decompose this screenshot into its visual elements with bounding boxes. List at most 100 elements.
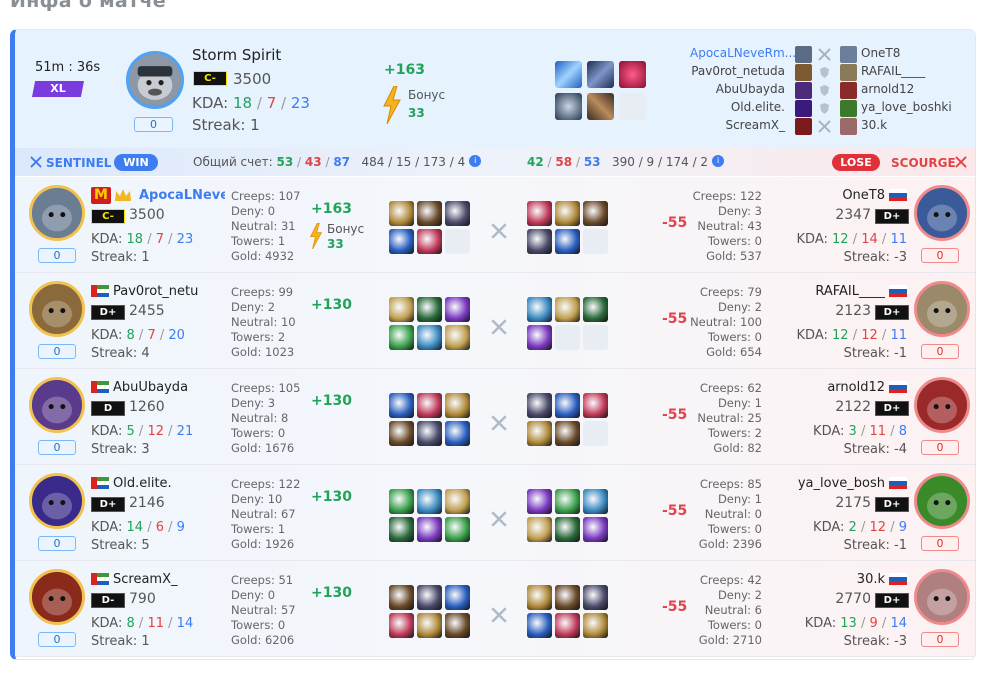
sentinel-total-score: Общий счет: 53 / 43 / 87 484 / 15 / 173 … — [193, 155, 482, 169]
scourge-list-player-4[interactable]: ya_love_boshki — [861, 100, 952, 114]
item-icon[interactable] — [555, 393, 580, 418]
item-icon[interactable] — [417, 489, 442, 514]
sentinel-list-player-1[interactable]: ApocaLNeveRm... — [690, 46, 796, 60]
item-icon[interactable] — [389, 613, 414, 638]
item-icon[interactable] — [417, 517, 442, 542]
item-icon[interactable] — [445, 421, 470, 446]
item-icon[interactable] — [587, 93, 614, 120]
item-icon[interactable] — [417, 325, 442, 350]
item-icon[interactable] — [445, 585, 470, 610]
item-icon[interactable] — [417, 229, 442, 254]
item-icon[interactable] — [583, 517, 608, 542]
item-icon[interactable] — [555, 201, 580, 226]
item-icon[interactable] — [389, 297, 414, 322]
item-icon[interactable] — [527, 201, 552, 226]
item-icon[interactable] — [417, 393, 442, 418]
item-icon[interactable] — [389, 393, 414, 418]
item-icon[interactable] — [445, 613, 470, 638]
left-player-name[interactable]: ScreamX_ — [113, 572, 225, 587]
item-icon[interactable] — [389, 201, 414, 226]
item-icon[interactable] — [417, 421, 442, 446]
hero-portrait-icon — [917, 476, 967, 526]
right-hero-avatar[interactable] — [914, 473, 970, 529]
scourge-list-player-2[interactable]: RAFAIL____ — [861, 64, 925, 78]
shield-icon — [820, 103, 829, 114]
item-icon[interactable] — [555, 421, 580, 446]
sentinel-list-player-4[interactable]: Old.elite. — [690, 100, 785, 114]
item-icon[interactable] — [389, 517, 414, 542]
item-icon[interactable] — [445, 517, 470, 542]
right-player-name[interactable]: ya_love_bosh — [775, 476, 885, 491]
right-player-name[interactable]: OneT8 — [775, 188, 885, 203]
item-icon[interactable] — [583, 585, 608, 610]
item-icon[interactable] — [583, 489, 608, 514]
item-icon[interactable] — [445, 393, 470, 418]
info-icon[interactable]: i — [712, 155, 725, 167]
item-icon[interactable] — [527, 325, 552, 350]
item-icon[interactable] — [389, 325, 414, 350]
left-hero-avatar[interactable] — [29, 377, 85, 433]
item-icon[interactable] — [417, 613, 442, 638]
item-icon[interactable] — [583, 393, 608, 418]
scourge-list-player-1[interactable]: OneT8 — [861, 46, 900, 60]
left-hero-avatar[interactable] — [29, 185, 85, 241]
item-icon[interactable] — [555, 489, 580, 514]
item-icon[interactable] — [527, 421, 552, 446]
item-icon[interactable] — [417, 585, 442, 610]
item-icon[interactable] — [527, 229, 552, 254]
item-icon[interactable] — [389, 229, 414, 254]
item-icon[interactable] — [583, 613, 608, 638]
right-hero-avatar[interactable] — [914, 377, 970, 433]
hero-mmr: 3500 — [233, 70, 272, 88]
item-icon[interactable] — [389, 585, 414, 610]
left-rank-badge: D- — [91, 593, 125, 608]
item-icon[interactable] — [417, 297, 442, 322]
item-icon[interactable] — [389, 421, 414, 446]
item-icon[interactable] — [527, 297, 552, 322]
item-icon[interactable] — [555, 517, 580, 542]
left-hero-avatar[interactable] — [29, 473, 85, 529]
info-icon[interactable]: i — [469, 155, 482, 167]
right-player-name[interactable]: RAFAIL____ — [775, 284, 885, 299]
item-icon[interactable] — [527, 613, 552, 638]
sentinel-list-player-2[interactable]: Pav0rot_netuda — [690, 64, 785, 78]
item-icon[interactable] — [445, 201, 470, 226]
left-hero-avatar[interactable] — [29, 281, 85, 337]
sentinel-list-player-3[interactable]: AbuUbayda — [690, 82, 785, 96]
item-icon[interactable] — [583, 297, 608, 322]
right-hero-avatar[interactable] — [914, 185, 970, 241]
left-player-name[interactable]: ApocaLNeveR — [139, 188, 225, 203]
item-icon[interactable] — [555, 93, 582, 120]
item-icon[interactable] — [389, 489, 414, 514]
item-icon[interactable] — [417, 201, 442, 226]
left-player-name[interactable]: Old.elite. — [113, 476, 225, 491]
right-hero-avatar[interactable] — [914, 281, 970, 337]
crossed-swords-icon — [491, 511, 507, 527]
scourge-list-player-5[interactable]: 30.k — [861, 118, 887, 132]
sentinel-list-player-5[interactable]: ScreamX_ — [690, 118, 785, 132]
right-player-name[interactable]: 30.k — [775, 572, 885, 587]
item-icon[interactable] — [555, 297, 580, 322]
left-player-name[interactable]: AbuUbayda — [113, 380, 225, 395]
left-hero-avatar[interactable] — [29, 569, 85, 625]
item-icon[interactable] — [583, 201, 608, 226]
item-icon[interactable] — [619, 61, 646, 88]
item-icon[interactable] — [527, 517, 552, 542]
item-icon[interactable] — [527, 393, 552, 418]
item-icon[interactable] — [555, 229, 580, 254]
item-icon[interactable] — [445, 297, 470, 322]
right-hero-avatar[interactable] — [914, 569, 970, 625]
item-icon[interactable] — [445, 325, 470, 350]
item-icon[interactable] — [527, 585, 552, 610]
scourge-list-player-3[interactable]: arnold12 — [861, 82, 914, 96]
item-icon[interactable] — [587, 61, 614, 88]
item-icon[interactable] — [555, 613, 580, 638]
item-icon[interactable] — [527, 489, 552, 514]
hero-avatar[interactable] — [126, 51, 184, 109]
item-icon[interactable] — [445, 489, 470, 514]
item-icon[interactable] — [555, 585, 580, 610]
left-player-name[interactable]: Pav0rot_netu — [113, 284, 225, 299]
left-rank-badge: D+ — [91, 305, 125, 320]
item-icon[interactable] — [555, 61, 582, 88]
right-player-name[interactable]: arnold12 — [775, 380, 885, 395]
